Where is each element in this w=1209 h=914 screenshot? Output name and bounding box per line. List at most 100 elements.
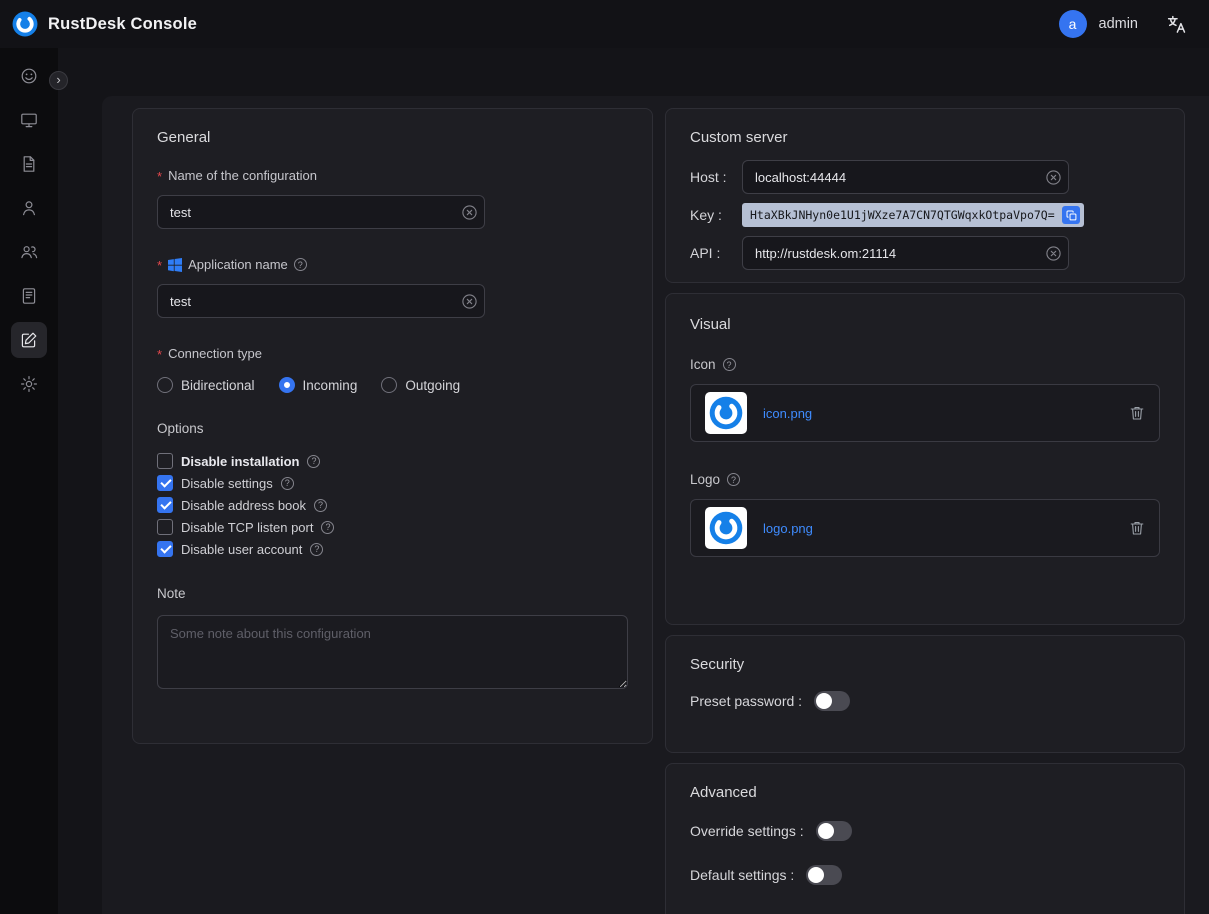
icon-thumbnail xyxy=(705,392,747,434)
note-textarea[interactable] xyxy=(157,615,628,689)
preset-password-toggle[interactable] xyxy=(814,691,850,711)
clear-icon[interactable] xyxy=(461,204,477,220)
default-settings-label: Default settings : xyxy=(690,867,794,883)
default-settings-row: Default settings : xyxy=(690,865,1160,885)
override-settings-toggle[interactable] xyxy=(816,821,852,841)
checkbox-control[interactable] xyxy=(157,519,173,535)
application-name-label: Application name xyxy=(157,257,628,272)
options-list: Disable installation Disable settings Di xyxy=(157,450,628,560)
logo-thumbnail xyxy=(705,507,747,549)
user-avatar[interactable]: a xyxy=(1059,10,1087,38)
clear-icon[interactable] xyxy=(1045,169,1061,185)
note-label: Note xyxy=(157,586,628,601)
clear-icon[interactable] xyxy=(1045,245,1061,261)
sidebar-item-user[interactable] xyxy=(0,186,58,230)
help-icon[interactable] xyxy=(321,521,334,534)
journal-icon xyxy=(11,278,47,314)
host-label: Host : xyxy=(690,169,742,185)
checkbox-control[interactable] xyxy=(157,497,173,513)
radio-control[interactable] xyxy=(279,377,295,393)
sidebar-item-custom-client[interactable] xyxy=(0,318,58,362)
topbar: RustDesk Console a admin xyxy=(0,0,1209,48)
username[interactable]: admin xyxy=(1099,16,1139,32)
visual-card: Visual Icon xyxy=(665,293,1185,625)
radio-control[interactable] xyxy=(157,377,173,393)
key-label: Key : xyxy=(690,207,742,223)
general-title: General xyxy=(157,129,628,146)
sidebar-item-documents[interactable] xyxy=(0,142,58,186)
connection-type-label: Connection type xyxy=(157,346,628,361)
monitor-icon xyxy=(11,102,47,138)
custom-server-card: Custom server Host : xyxy=(665,108,1185,283)
security-title: Security xyxy=(690,656,1160,673)
icon-file-link[interactable]: icon.png xyxy=(763,406,812,421)
radio-control[interactable] xyxy=(381,377,397,393)
checkbox-disable-address-book[interactable]: Disable address book xyxy=(157,494,628,516)
smiley-icon xyxy=(11,58,47,94)
users-icon xyxy=(11,234,47,270)
radio-incoming[interactable]: Incoming xyxy=(279,377,358,393)
document-icon xyxy=(11,146,47,182)
options-label: Options xyxy=(157,421,628,436)
required-marker xyxy=(157,346,162,361)
host-input[interactable] xyxy=(742,160,1069,194)
app-title: RustDesk Console xyxy=(48,15,197,34)
sidebar-item-settings[interactable] xyxy=(0,362,58,406)
sidebar-item-devices[interactable] xyxy=(0,98,58,142)
help-icon[interactable] xyxy=(310,543,323,556)
configuration-name-input[interactable] xyxy=(157,195,485,229)
checkbox-disable-settings[interactable]: Disable settings xyxy=(157,472,628,494)
radio-outgoing[interactable]: Outgoing xyxy=(381,377,460,393)
clear-icon[interactable] xyxy=(461,293,477,309)
logo-upload-box: logo.png xyxy=(690,499,1160,557)
application-name-input[interactable] xyxy=(157,284,485,318)
checkbox-control[interactable] xyxy=(157,475,173,491)
visual-title: Visual xyxy=(690,316,1160,333)
right-column: Custom server Host : xyxy=(665,108,1185,914)
icon-section-label: Icon xyxy=(690,357,1160,372)
brand: RustDesk Console xyxy=(12,11,197,37)
logo-file-link[interactable]: logo.png xyxy=(763,521,813,536)
radio-bidirectional[interactable]: Bidirectional xyxy=(157,377,255,393)
sidebar-item-audit-log[interactable] xyxy=(0,274,58,318)
translate-icon[interactable] xyxy=(1166,14,1187,35)
help-icon[interactable] xyxy=(727,473,740,486)
topbar-right: a admin xyxy=(1059,10,1188,38)
checkbox-disable-installation[interactable]: Disable installation xyxy=(157,450,628,472)
gear-icon xyxy=(11,366,47,402)
default-settings-toggle[interactable] xyxy=(806,865,842,885)
help-icon[interactable] xyxy=(294,258,307,271)
help-icon[interactable] xyxy=(723,358,736,371)
checkbox-disable-tcp-listen-port[interactable]: Disable TCP listen port xyxy=(157,516,628,538)
help-icon[interactable] xyxy=(307,455,320,468)
content-panel: General Name of the configuration xyxy=(102,96,1209,914)
checkbox-control[interactable] xyxy=(157,453,173,469)
copy-icon[interactable] xyxy=(1062,206,1080,224)
checkbox-control[interactable] xyxy=(157,541,173,557)
preset-password-label: Preset password : xyxy=(690,693,802,709)
trash-icon[interactable] xyxy=(1129,405,1145,421)
advanced-title: Advanced xyxy=(690,784,1160,801)
advanced-card: Advanced Override settings : Default set… xyxy=(665,763,1185,914)
help-icon[interactable] xyxy=(281,477,294,490)
api-input[interactable] xyxy=(742,236,1069,270)
layout: General Name of the configuration xyxy=(0,48,1209,914)
general-card: General Name of the configuration xyxy=(132,108,653,744)
logo-section-label: Logo xyxy=(690,472,1160,487)
key-field[interactable]: HtaXBkJNHyn0e1U1jWXze7A7CN7QTGWqxkOtpaVp… xyxy=(742,203,1084,227)
help-icon[interactable] xyxy=(314,499,327,512)
preset-password-row: Preset password : xyxy=(690,691,1160,711)
rustdesk-console-page: RustDesk Console a admin xyxy=(0,0,1209,914)
checkbox-disable-user-account[interactable]: Disable user account xyxy=(157,538,628,560)
key-value[interactable]: HtaXBkJNHyn0e1U1jWXze7A7CN7QTGWqxkOtpaVp… xyxy=(750,208,1056,222)
user-icon xyxy=(11,190,47,226)
trash-icon[interactable] xyxy=(1129,520,1145,536)
required-marker xyxy=(157,257,162,272)
api-label: API : xyxy=(690,245,742,261)
security-card: Security Preset password : xyxy=(665,635,1185,753)
name-field-label: Name of the configuration xyxy=(157,168,628,183)
sidebar-item-groups[interactable] xyxy=(0,230,58,274)
edit-icon xyxy=(11,322,47,358)
sidebar-expand-button[interactable] xyxy=(49,71,68,90)
override-settings-label: Override settings : xyxy=(690,823,804,839)
